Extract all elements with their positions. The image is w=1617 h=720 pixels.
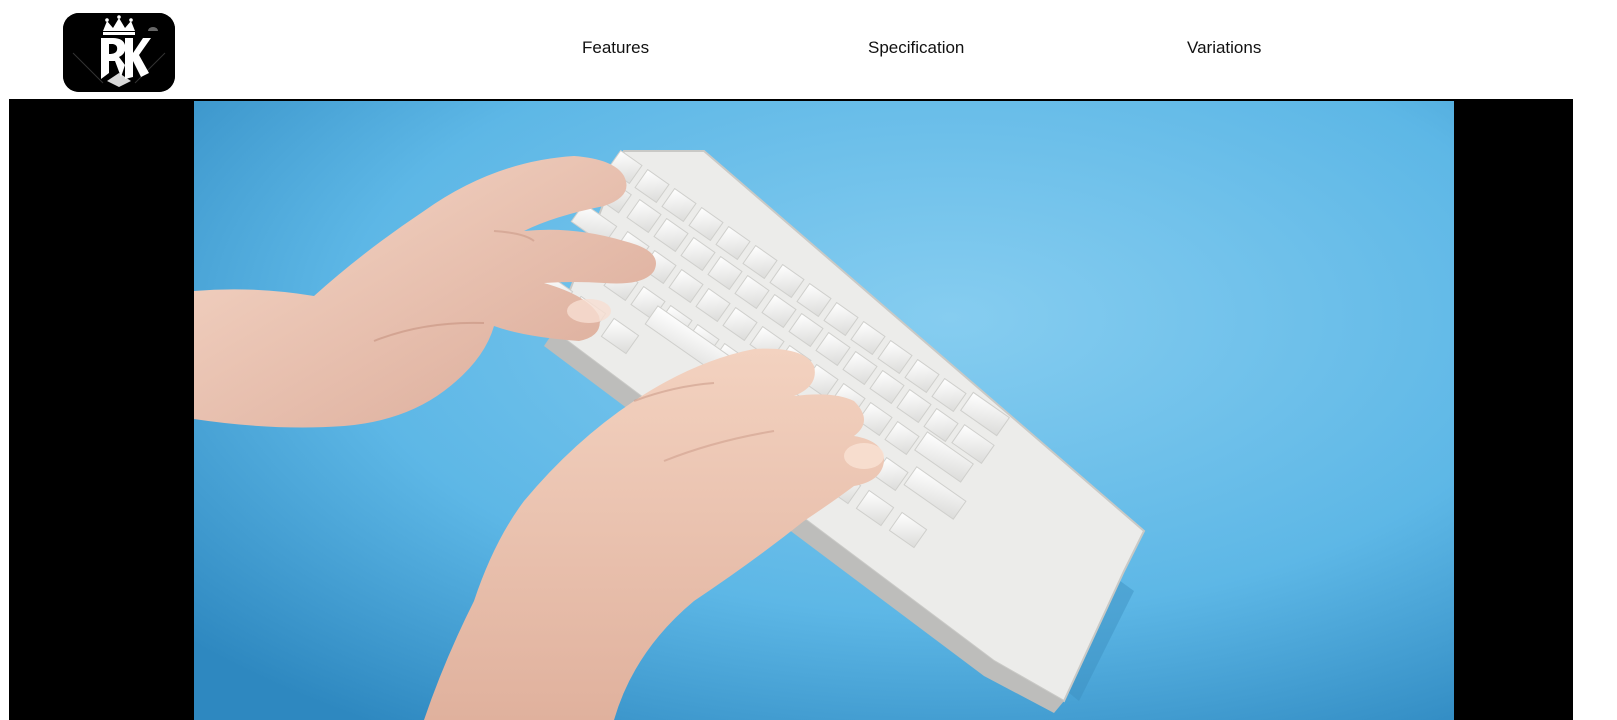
rk-crown-logo-icon <box>63 13 175 92</box>
brand-logo[interactable] <box>63 13 175 92</box>
nav-specification-link[interactable]: Specification <box>868 38 964 58</box>
nav-variations-link[interactable]: Variations <box>1187 38 1261 58</box>
site-header: Features Specification Variations <box>0 0 1617 100</box>
nav-features-link[interactable]: Features <box>582 38 649 58</box>
keyboard-typing-scene <box>194 101 1454 720</box>
hero-video[interactable] <box>9 100 1573 720</box>
video-frame <box>194 101 1454 720</box>
